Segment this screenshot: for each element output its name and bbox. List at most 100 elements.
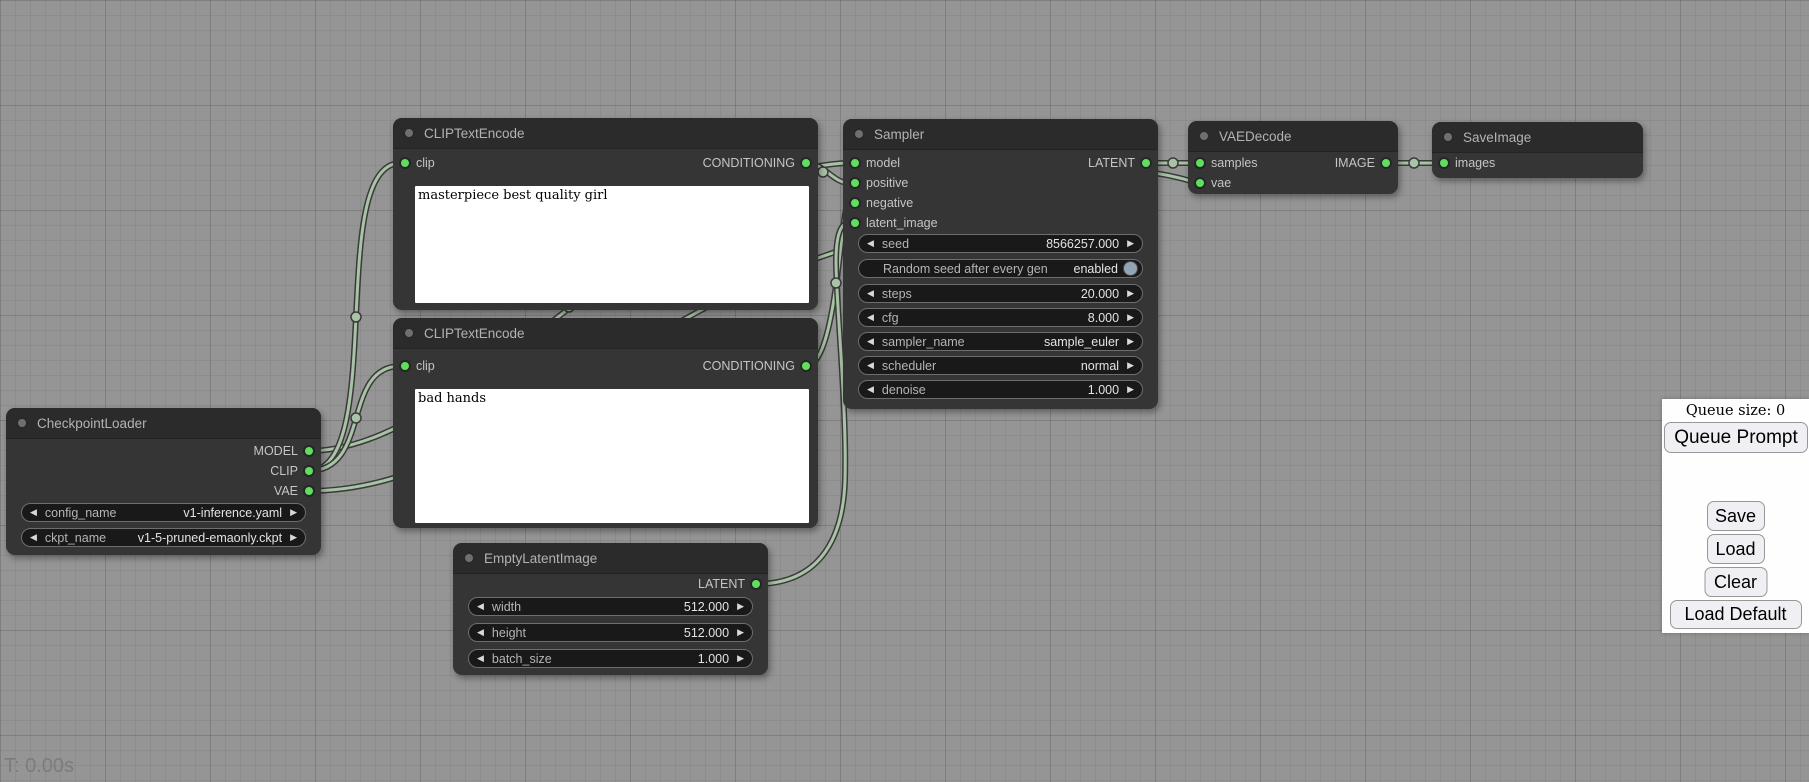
output-port-conditioning[interactable] [800,157,812,169]
input-label-vae: vae [1211,176,1231,190]
output-port-clip[interactable] [303,465,315,477]
widget-config-name[interactable]: ◀ config_name v1-inference.yaml ▶ [21,503,306,522]
port-row: positive [843,173,1158,193]
port-row: model LATENT [843,153,1158,173]
widget-seed[interactable]: ◀ seed 8566257.000 ▶ [858,234,1143,253]
node-vae-decode[interactable]: VAEDecode samples IMAGE vae [1188,121,1398,194]
node-clip-text-encode-negative[interactable]: CLIPTextEncode clip CONDITIONING bad han… [393,318,818,528]
arrow-left-icon[interactable]: ◀ [867,239,874,248]
collapse-dot-icon[interactable] [853,128,865,140]
arrow-left-icon[interactable]: ◀ [30,508,37,517]
collapse-dot-icon[interactable] [1198,130,1210,142]
node-save-image[interactable]: SaveImage images [1432,122,1643,178]
node-title-bar[interactable]: SaveImage [1432,122,1643,153]
input-port-positive[interactable] [849,177,861,189]
input-port-model[interactable] [849,157,861,169]
arrow-right-icon[interactable]: ▶ [1127,385,1134,394]
widget-value: 512.000 [684,600,729,614]
widget-cfg[interactable]: ◀ cfg 8.000 ▶ [858,308,1143,327]
node-title-bar[interactable]: Sampler [843,119,1158,150]
load-default-button[interactable]: Load Default [1670,600,1802,629]
input-port-vae[interactable] [1194,177,1206,189]
output-label-vae: VAE [274,484,298,498]
arrow-left-icon[interactable]: ◀ [477,628,484,637]
output-port-latent[interactable] [1140,157,1152,169]
output-port-latent[interactable] [750,578,762,590]
node-title: CLIPTextEncode [424,326,525,341]
node-clip-text-encode-positive[interactable]: CLIPTextEncode clip CONDITIONING masterp… [393,118,818,310]
arrow-left-icon[interactable]: ◀ [30,533,37,542]
widget-height[interactable]: ◀ height 512.000 ▶ [468,623,753,642]
widget-value: 20.000 [1081,287,1119,301]
arrow-left-icon[interactable]: ◀ [867,313,874,322]
output-port-conditioning[interactable] [800,360,812,372]
node-title-bar[interactable]: CLIPTextEncode [393,118,818,149]
collapse-dot-icon[interactable] [403,127,415,139]
output-port-vae[interactable] [303,485,315,497]
graph-canvas[interactable]: { "canvas": { "timer_label": "T: 0.00s" … [0,0,1809,782]
arrow-left-icon[interactable]: ◀ [867,361,874,370]
input-port-negative[interactable] [849,197,861,209]
port-row: images [1432,153,1643,173]
negative-prompt-textarea[interactable]: bad hands [415,389,809,523]
collapse-dot-icon[interactable] [403,327,415,339]
port-row: negative [843,193,1158,213]
arrow-right-icon[interactable]: ▶ [1127,337,1134,346]
arrow-left-icon[interactable]: ◀ [477,602,484,611]
widget-label: denoise [882,383,926,397]
widget-ckpt-name[interactable]: ◀ ckpt_name v1-5-pruned-emaonly.ckpt ▶ [21,528,306,547]
arrow-right-icon[interactable]: ▶ [1127,313,1134,322]
arrow-right-icon[interactable]: ▶ [737,602,744,611]
widget-label: batch_size [492,652,552,666]
input-port-samples[interactable] [1194,157,1206,169]
port-row: MODEL [6,441,321,461]
widget-label: config_name [45,506,117,520]
positive-prompt-textarea[interactable]: masterpiece best quality girl [415,186,809,303]
arrow-right-icon[interactable]: ▶ [1127,239,1134,248]
node-empty-latent-image[interactable]: EmptyLatentImage LATENT ◀ width 512.000 … [453,543,768,675]
widget-sampler-name[interactable]: ◀ sampler_name sample_euler ▶ [858,332,1143,351]
arrow-right-icon[interactable]: ▶ [737,628,744,637]
collapse-dot-icon[interactable] [463,552,475,564]
collapse-dot-icon[interactable] [16,417,28,429]
input-port-images[interactable] [1438,157,1450,169]
arrow-left-icon[interactable]: ◀ [867,385,874,394]
node-title-bar[interactable]: EmptyLatentImage [453,543,768,574]
node-sampler[interactable]: Sampler model LATENT positive negative l… [843,119,1158,409]
arrow-left-icon[interactable]: ◀ [867,337,874,346]
arrow-left-icon[interactable]: ◀ [867,289,874,298]
input-port-latent-image[interactable] [849,217,861,229]
node-title: Sampler [874,127,924,142]
arrow-right-icon[interactable]: ▶ [737,654,744,663]
arrow-right-icon[interactable]: ▶ [290,533,297,542]
arrow-right-icon[interactable]: ▶ [1127,361,1134,370]
widget-batch-size[interactable]: ◀ batch_size 1.000 ▶ [468,649,753,668]
widget-label: cfg [882,311,899,325]
output-port-image[interactable] [1380,157,1392,169]
node-checkpoint-loader[interactable]: CheckpointLoader MODEL CLIP VAE ◀ config… [6,408,321,555]
widget-random-seed-toggle[interactable]: Random seed after every gen enabled [858,259,1143,278]
widget-steps[interactable]: ◀ steps 20.000 ▶ [858,284,1143,303]
collapse-dot-icon[interactable] [1442,131,1454,143]
input-port-clip[interactable] [399,360,411,372]
arrow-right-icon[interactable]: ▶ [1127,289,1134,298]
output-label-conditioning: CONDITIONING [703,156,795,170]
input-port-clip[interactable] [399,157,411,169]
clear-button[interactable]: Clear [1704,567,1767,597]
save-button[interactable]: Save [1707,501,1765,531]
node-title-bar[interactable]: CLIPTextEncode [393,318,818,349]
widget-value: 1.000 [698,652,729,666]
widget-scheduler[interactable]: ◀ scheduler normal ▶ [858,356,1143,375]
widget-width[interactable]: ◀ width 512.000 ▶ [468,597,753,616]
arrow-right-icon[interactable]: ▶ [290,508,297,517]
node-title-bar[interactable]: CheckpointLoader [6,408,321,439]
output-port-model[interactable] [303,445,315,457]
input-label-samples: samples [1211,156,1258,170]
arrow-left-icon[interactable]: ◀ [477,654,484,663]
toggle-dot-icon[interactable] [1123,261,1138,276]
load-button[interactable]: Load [1707,534,1765,564]
node-title-bar[interactable]: VAEDecode [1188,121,1398,152]
queue-prompt-button[interactable]: Queue Prompt [1664,422,1808,453]
widget-denoise[interactable]: ◀ denoise 1.000 ▶ [858,380,1143,399]
output-label-latent: LATENT [698,577,745,591]
